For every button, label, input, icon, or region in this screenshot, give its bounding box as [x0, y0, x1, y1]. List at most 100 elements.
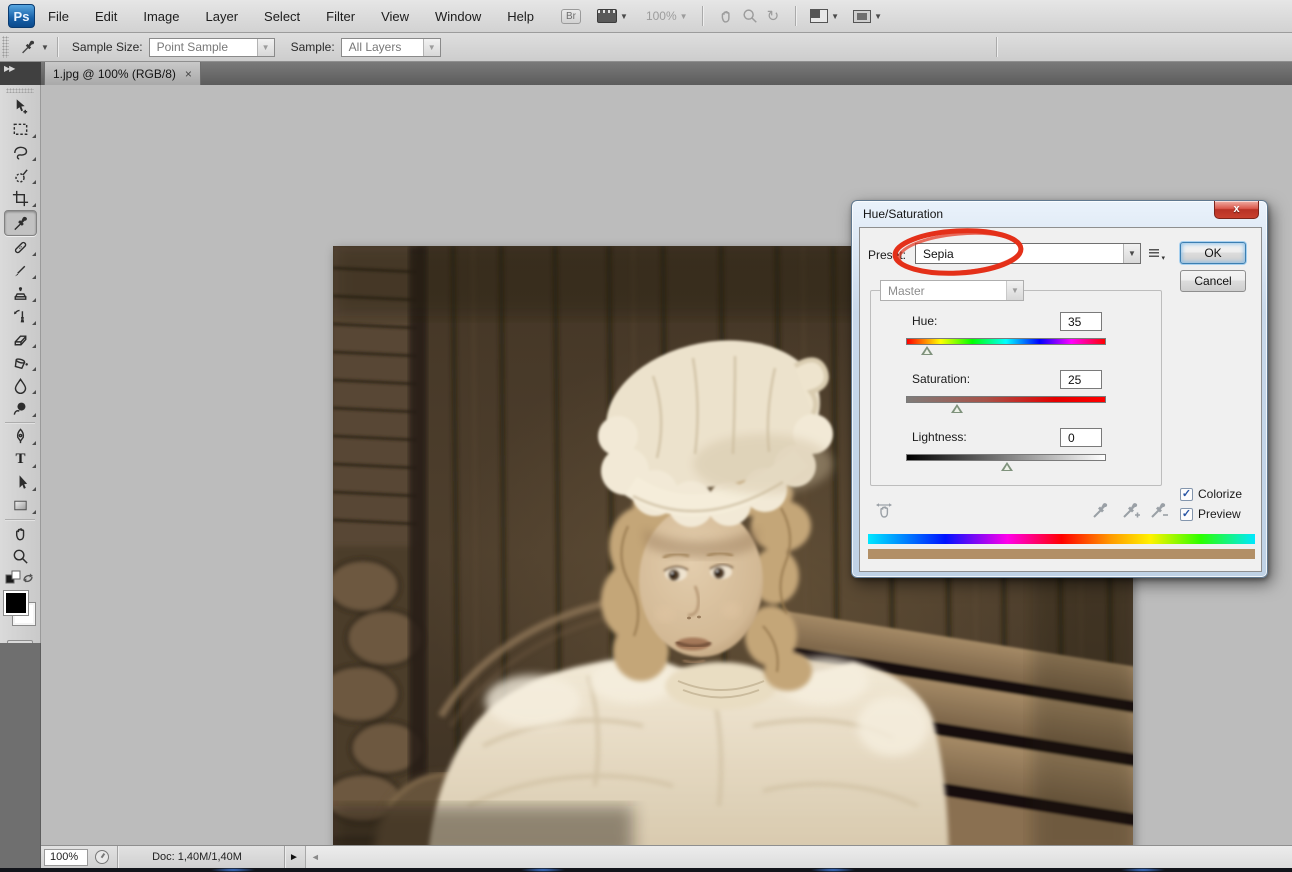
drag-grip[interactable]: [2, 36, 9, 58]
menu-filter[interactable]: Filter: [313, 0, 368, 33]
screen-mode-button[interactable]: ▼: [853, 10, 882, 23]
preview-checkbox[interactable]: ✓: [1180, 508, 1193, 521]
tool-eyedropper[interactable]: [4, 210, 37, 236]
saturation-input[interactable]: [1060, 370, 1102, 389]
current-tool-button[interactable]: ▼: [19, 38, 49, 56]
colorize-checkbox[interactable]: ✓: [1180, 488, 1193, 501]
windows-taskbar-edge: [0, 868, 1292, 872]
tool-clone-stamp[interactable]: [0, 282, 41, 305]
document-tab[interactable]: 1.jpg @ 100% (RGB/8) ×: [44, 62, 201, 85]
tool-quick-selection[interactable]: [0, 164, 41, 187]
photoshop-logo[interactable]: Ps: [8, 4, 35, 28]
eyedropper-sample-icon: [1090, 500, 1112, 520]
hue-spectrum-bar: [868, 534, 1255, 544]
preset-options-menu-icon[interactable]: ▾: [1148, 246, 1165, 262]
chevron-down-icon: ▼: [874, 12, 882, 21]
dialog-title: Hue/Saturation: [863, 207, 943, 221]
document-tab-bar: ▶▶ 1.jpg @ 100% (RGB/8) ×: [0, 62, 1292, 85]
dialog-close-button[interactable]: x: [1214, 201, 1259, 219]
view-extras-button[interactable]: ▼: [597, 9, 628, 23]
tool-burn[interactable]: [0, 397, 41, 420]
zoom-level-control[interactable]: 100% ▼: [646, 9, 688, 23]
horizontal-scrollbar[interactable]: ◄: [305, 846, 1292, 869]
hue-input[interactable]: [1060, 312, 1102, 331]
sample-size-label: Sample Size:: [72, 40, 143, 54]
lightness-slider-track[interactable]: [906, 454, 1106, 461]
status-zoom-input[interactable]: 100%: [44, 849, 88, 866]
colorize-checkbox-row: ✓ Colorize: [1180, 487, 1242, 501]
hue-slider-track[interactable]: [906, 338, 1106, 345]
saturation-slider-thumb[interactable]: [951, 404, 963, 413]
tool-blur[interactable]: [0, 374, 41, 397]
tool-options-bar: ▼ Sample Size: Point Sample ▼ Sample: Al…: [0, 33, 1292, 62]
tool-lasso[interactable]: [0, 141, 41, 164]
menu-help[interactable]: Help: [494, 0, 547, 33]
hue-slider-thumb[interactable]: [921, 346, 933, 355]
sample-label: Sample:: [291, 40, 335, 54]
saturation-label: Saturation:: [912, 372, 970, 386]
chevron-down-icon: ▼: [620, 12, 628, 21]
drag-grip[interactable]: [6, 88, 34, 93]
menu-layer[interactable]: Layer: [193, 0, 252, 33]
dialog-content: Preset: Sepia ▼ ▾ OK Cancel Master ▼ Hue…: [859, 227, 1262, 572]
menu-select[interactable]: Select: [251, 0, 313, 33]
arrange-documents-icon: [810, 9, 828, 23]
preview-label: Preview: [1198, 507, 1241, 521]
tool-path-selection[interactable]: [0, 471, 41, 494]
eyedropper-add-icon: [1120, 500, 1142, 520]
tool-eraser[interactable]: [0, 328, 41, 351]
menu-edit[interactable]: Edit: [82, 0, 130, 33]
tool-rectangular-marquee[interactable]: [0, 118, 41, 141]
ok-button[interactable]: OK: [1180, 242, 1246, 264]
lightness-slider-thumb[interactable]: [1001, 462, 1013, 471]
channel-select-disabled: Master ▼: [880, 280, 1024, 301]
menu-window[interactable]: Window: [422, 0, 494, 33]
chevron-down-icon: ▼: [680, 12, 688, 21]
foreground-color-swatch[interactable]: [3, 590, 29, 616]
close-tab-icon[interactable]: ×: [185, 68, 192, 80]
tool-brush[interactable]: [0, 259, 41, 282]
preset-select[interactable]: Sepia ▼: [915, 243, 1141, 264]
sample-select[interactable]: All Layers ▼: [341, 38, 441, 57]
tool-paint-bucket[interactable]: [0, 351, 41, 374]
rotate-view-icon[interactable]: ↻: [767, 7, 780, 25]
swap-colors-icon[interactable]: [5, 570, 35, 586]
hand-tool-icon[interactable]: [717, 7, 735, 25]
tool-spot-healing[interactable]: [0, 236, 41, 259]
tool-move[interactable]: [0, 95, 41, 118]
tool-pen[interactable]: [0, 425, 41, 448]
saturation-slider-track[interactable]: [906, 396, 1106, 403]
colorize-label: Colorize: [1198, 487, 1242, 501]
zoom-level-value: 100%: [646, 9, 677, 23]
tool-type[interactable]: T: [0, 448, 41, 471]
sample-size-select[interactable]: Point Sample ▼: [149, 38, 275, 57]
panel-background: [0, 643, 41, 872]
preset-value: Sepia: [923, 247, 954, 261]
lightness-input[interactable]: [1060, 428, 1102, 447]
zoom-tool-icon[interactable]: [741, 7, 759, 25]
tool-hand[interactable]: [0, 522, 41, 545]
scroll-left-icon[interactable]: ◄: [311, 852, 320, 862]
tool-history-brush[interactable]: [0, 305, 41, 328]
menu-file[interactable]: File: [35, 0, 82, 33]
menu-image[interactable]: Image: [130, 0, 192, 33]
lightness-label: Lightness:: [912, 430, 967, 444]
divider: [996, 37, 997, 57]
hue-label: Hue:: [912, 314, 937, 328]
cancel-button[interactable]: Cancel: [1180, 270, 1246, 292]
tool-zoom[interactable]: [0, 545, 41, 568]
status-bar: 100% Doc: 1,40M/1,40M ► ◄: [41, 845, 1292, 868]
status-flyout-icon[interactable]: ►: [289, 852, 299, 863]
eyedropper-subtract-icon: [1148, 500, 1170, 520]
tool-rectangle-shape[interactable]: [0, 494, 41, 517]
tool-crop[interactable]: [0, 187, 41, 210]
collapse-panels-icon[interactable]: ▶▶: [0, 62, 41, 85]
document-size-info: Doc: 1,40M/1,40M: [118, 851, 276, 863]
menu-view[interactable]: View: [368, 0, 422, 33]
chevron-down-icon: ▼: [262, 43, 270, 52]
arrange-documents-button[interactable]: ▼: [810, 9, 839, 23]
divider: [702, 6, 703, 26]
launch-bridge-button[interactable]: Br: [561, 9, 581, 24]
chevron-down-icon: ▼: [1011, 286, 1019, 295]
divider: [284, 846, 285, 869]
